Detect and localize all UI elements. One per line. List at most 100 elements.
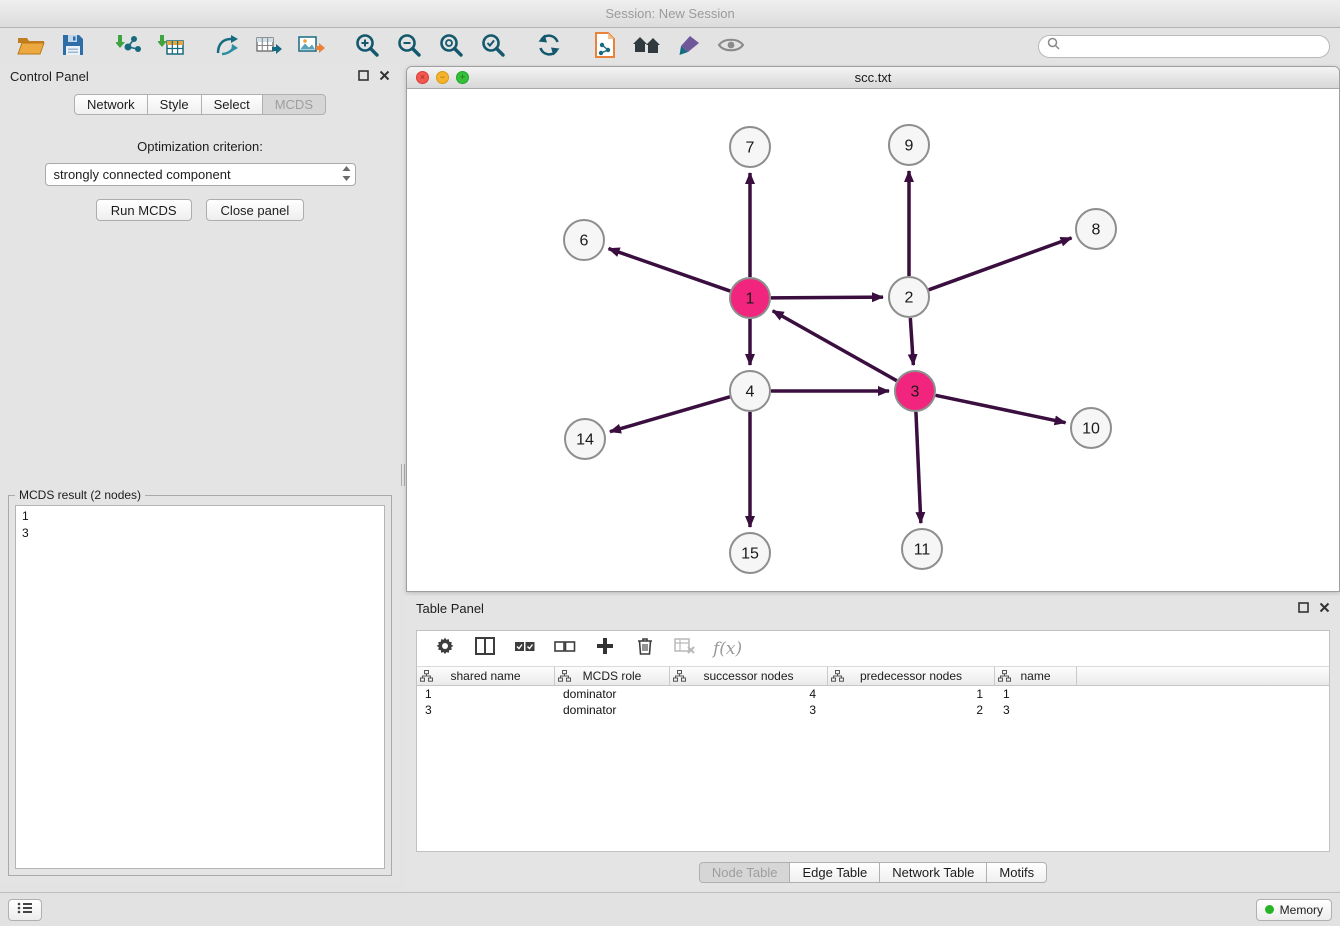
column-header-successor-nodes[interactable]: successor nodes: [670, 667, 828, 685]
import-table-icon: [158, 33, 184, 60]
deselect-all-button[interactable]: [553, 636, 577, 662]
home-icon: [632, 34, 662, 59]
graph-node-9[interactable]: 9: [889, 125, 929, 165]
network-view-window: × − + scc.txt 7968124314101511: [406, 66, 1340, 592]
graph-node-3[interactable]: 3: [895, 371, 935, 411]
float-table-panel-icon[interactable]: [1298, 601, 1309, 616]
close-panel-icon[interactable]: [379, 69, 390, 84]
close-table-panel-icon[interactable]: [1319, 601, 1330, 616]
select-all-icon: [514, 638, 536, 659]
refresh-layout-button[interactable]: [528, 31, 570, 61]
save-session-button[interactable]: [52, 31, 94, 61]
control-tab-style[interactable]: Style: [147, 94, 202, 115]
graph-node-8[interactable]: 8: [1076, 209, 1116, 249]
graph-edge-1-6[interactable]: [609, 249, 731, 291]
zoom-window-icon[interactable]: +: [456, 71, 469, 84]
open-session-button[interactable]: [10, 31, 52, 61]
import-table-button[interactable]: [150, 31, 192, 61]
graph-node-1[interactable]: 1: [730, 278, 770, 318]
import-network-button[interactable]: [108, 31, 150, 61]
control-tab-mcds[interactable]: MCDS: [262, 94, 326, 115]
cell-name[interactable]: 1: [995, 686, 1077, 702]
graph-edge-2-3[interactable]: [910, 318, 913, 365]
column-header-MCDS-role[interactable]: MCDS role: [555, 667, 670, 685]
memory-button[interactable]: Memory: [1256, 899, 1332, 921]
window-titlebar: Session: New Session: [0, 0, 1340, 28]
network-from-table-button[interactable]: [248, 31, 290, 61]
minimize-window-icon[interactable]: −: [436, 71, 449, 84]
table-tab-edge-table[interactable]: Edge Table: [789, 862, 880, 883]
graph-edge-1-2[interactable]: [771, 297, 883, 298]
cell-shared-name[interactable]: 3: [417, 702, 555, 718]
table-row[interactable]: 1dominator411: [417, 686, 1329, 702]
cell-successor-nodes[interactable]: 3: [670, 702, 828, 718]
function-builder-button[interactable]: f(x): [713, 636, 742, 662]
table-row[interactable]: 3dominator323: [417, 702, 1329, 718]
control-tab-network[interactable]: Network: [74, 94, 148, 115]
delete-row-button[interactable]: [633, 636, 657, 662]
zoom-fit-button[interactable]: [430, 31, 472, 61]
column-header-predecessor-nodes[interactable]: predecessor nodes: [828, 667, 995, 685]
search-input[interactable]: [1066, 39, 1321, 53]
home-button[interactable]: [626, 31, 668, 61]
svg-text:8: 8: [1092, 222, 1101, 239]
style-paint-button[interactable]: [668, 31, 710, 61]
criterion-select[interactable]: strongly connected component: [45, 163, 356, 186]
cell-shared-name[interactable]: 1: [417, 686, 555, 702]
zoom-selected-button[interactable]: [472, 31, 514, 61]
task-history-button[interactable]: [8, 899, 42, 921]
select-all-button[interactable]: [513, 636, 537, 662]
graph-node-7[interactable]: 7: [730, 127, 770, 167]
network-canvas[interactable]: 7 9 6 8 1 2 4 3 14 10 15 11: [407, 89, 1339, 591]
network-share-button[interactable]: [206, 31, 248, 61]
close-panel-button[interactable]: Close panel: [206, 199, 305, 221]
control-tab-select[interactable]: Select: [201, 94, 263, 115]
delete-column-button[interactable]: [673, 636, 697, 662]
graph-node-4[interactable]: 4: [730, 371, 770, 411]
cell-MCDS-role[interactable]: dominator: [555, 686, 670, 702]
column-header-name[interactable]: name: [995, 667, 1077, 685]
close-window-icon[interactable]: ×: [416, 71, 429, 84]
clone-network-button[interactable]: [584, 31, 626, 61]
table-tab-motifs[interactable]: Motifs: [986, 862, 1047, 883]
table-tab-network-table[interactable]: Network Table: [879, 862, 987, 883]
table-settings-button[interactable]: [433, 636, 457, 662]
run-mcds-button[interactable]: Run MCDS: [96, 199, 192, 221]
table-panel-header: Table Panel: [406, 596, 1340, 620]
optimization-criterion-label: Optimization criterion:: [0, 139, 400, 154]
cell-predecessor-nodes[interactable]: 1: [828, 686, 995, 702]
zoom-in-icon: [354, 32, 380, 61]
graph-node-15[interactable]: 15: [730, 533, 770, 573]
zoom-out-button[interactable]: [388, 31, 430, 61]
svg-text:7: 7: [746, 140, 755, 157]
zoom-in-button[interactable]: [346, 31, 388, 61]
mcds-result-title: MCDS result (2 nodes): [15, 488, 145, 502]
export-image-button[interactable]: [290, 31, 332, 61]
graph-node-11[interactable]: 11: [902, 529, 942, 569]
zoom-selected-icon: [480, 32, 506, 61]
float-panel-icon[interactable]: [358, 69, 369, 84]
cell-name[interactable]: 3: [995, 702, 1077, 718]
deselect-all-icon: [554, 638, 576, 659]
graph-edge-2-8[interactable]: [929, 238, 1072, 290]
graph-edge-3-1[interactable]: [773, 311, 897, 381]
status-bar: Memory: [0, 892, 1340, 926]
mcds-result-group: MCDS result (2 nodes) 13: [8, 495, 392, 876]
cell-predecessor-nodes[interactable]: 2: [828, 702, 995, 718]
show-columns-button[interactable]: [473, 636, 497, 662]
graph-edge-4-14[interactable]: [610, 397, 730, 432]
add-column-button[interactable]: [593, 636, 617, 662]
table-tab-node-table[interactable]: Node Table: [699, 862, 791, 883]
column-header-shared-name[interactable]: shared name: [417, 667, 555, 685]
svg-text:4: 4: [746, 384, 755, 401]
graph-node-2[interactable]: 2: [889, 277, 929, 317]
graph-node-10[interactable]: 10: [1071, 408, 1111, 448]
cell-successor-nodes[interactable]: 4: [670, 686, 828, 702]
graph-node-6[interactable]: 6: [564, 220, 604, 260]
graph-edge-3-10[interactable]: [936, 395, 1066, 422]
graph-edge-3-11[interactable]: [916, 412, 921, 523]
show-hide-button[interactable]: [710, 31, 752, 61]
graph-node-14[interactable]: 14: [565, 419, 605, 459]
cell-MCDS-role[interactable]: dominator: [555, 702, 670, 718]
svg-text:11: 11: [914, 542, 931, 559]
